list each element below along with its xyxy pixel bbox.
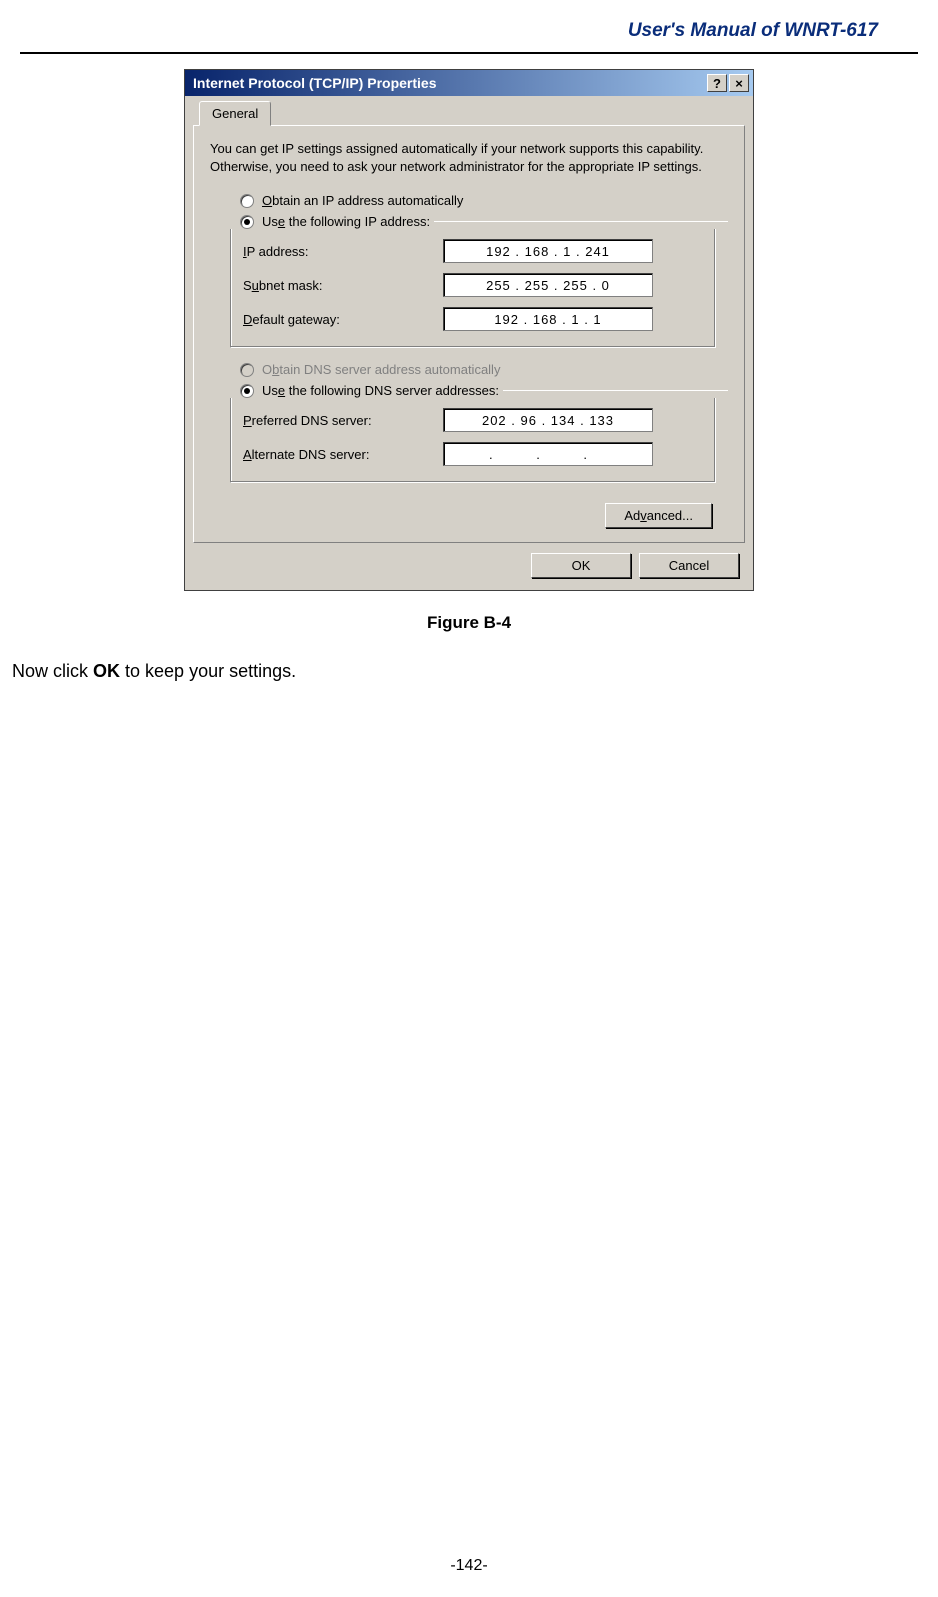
tcpip-properties-dialog: Internet Protocol (TCP/IP) Properties ? … [184,69,754,591]
fieldset-line [503,390,728,391]
ip-address-label: IP address: [243,244,443,259]
radio-label: Obtain an IP address automatically [262,193,463,208]
radio-obtain-ip-auto[interactable]: Obtain an IP address automatically [240,193,728,208]
ip-fieldset: IP address: 192 . 168 . 1 . 241 Subnet m… [230,229,716,348]
tab-general[interactable]: General [199,101,271,126]
ip-address-input[interactable]: 192 . 168 . 1 . 241 [443,239,653,263]
radio-label: Obtain DNS server address automatically [262,362,500,377]
default-gateway-row: Default gateway: 192 . 168 . 1 . 1 [243,307,703,331]
ip-address-row: IP address: 192 . 168 . 1 . 241 [243,239,703,263]
radio-icon [240,215,254,229]
preferred-dns-row: Preferred DNS server: 202 . 96 . 134 . 1… [243,408,703,432]
preferred-dns-label: Preferred DNS server: [243,413,443,428]
help-button[interactable]: ? [707,74,727,92]
subnet-mask-row: Subnet mask: 255 . 255 . 255 . 0 [243,273,703,297]
advanced-row: Advanced... [210,497,728,528]
radio-icon [240,363,254,377]
alternate-dns-input[interactable]: . . . [443,442,653,466]
intro-text: You can get IP settings assigned automat… [210,140,728,175]
page-header: User's Manual of WNRT-617 [0,0,938,52]
alternate-dns-row: Alternate DNS server: . . . [243,442,703,466]
fieldset-line [434,221,728,222]
default-gateway-input[interactable]: 192 . 168 . 1 . 1 [443,307,653,331]
figure-caption: Figure B-4 [0,613,938,633]
instruction-text: Now click OK to keep your settings. [12,661,938,682]
tabs-row: General [189,101,749,126]
titlebar: Internet Protocol (TCP/IP) Properties ? … [185,70,753,96]
preferred-dns-input[interactable]: 202 . 96 . 134 . 133 [443,408,653,432]
advanced-button[interactable]: Advanced... [605,503,712,528]
titlebar-title: Internet Protocol (TCP/IP) Properties [193,75,707,91]
page-number: -142- [0,1557,938,1575]
titlebar-buttons: ? × [707,74,749,92]
radio-icon [240,194,254,208]
subnet-mask-label: Subnet mask: [243,278,443,293]
radio-use-dns[interactable]: Use the following DNS server addresses: [240,383,728,398]
ok-button[interactable]: OK [531,553,631,578]
alternate-dns-label: Alternate DNS server: [243,447,443,462]
close-button[interactable]: × [729,74,749,92]
radio-label: Use the following IP address: [262,214,430,229]
radio-use-ip[interactable]: Use the following IP address: [240,214,728,229]
header-rule [20,52,918,54]
subnet-mask-input[interactable]: 255 . 255 . 255 . 0 [443,273,653,297]
default-gateway-label: Default gateway: [243,312,443,327]
radio-obtain-dns-auto: Obtain DNS server address automatically [240,362,728,377]
dialog-footer: OK Cancel [189,543,749,580]
cancel-button[interactable]: Cancel [639,553,739,578]
dns-fieldset: Preferred DNS server: 202 . 96 . 134 . 1… [230,398,716,483]
tab-panel-general: You can get IP settings assigned automat… [193,125,745,543]
radio-label: Use the following DNS server addresses: [262,383,499,398]
dialog-body: General You can get IP settings assigned… [185,96,753,590]
radio-icon [240,384,254,398]
